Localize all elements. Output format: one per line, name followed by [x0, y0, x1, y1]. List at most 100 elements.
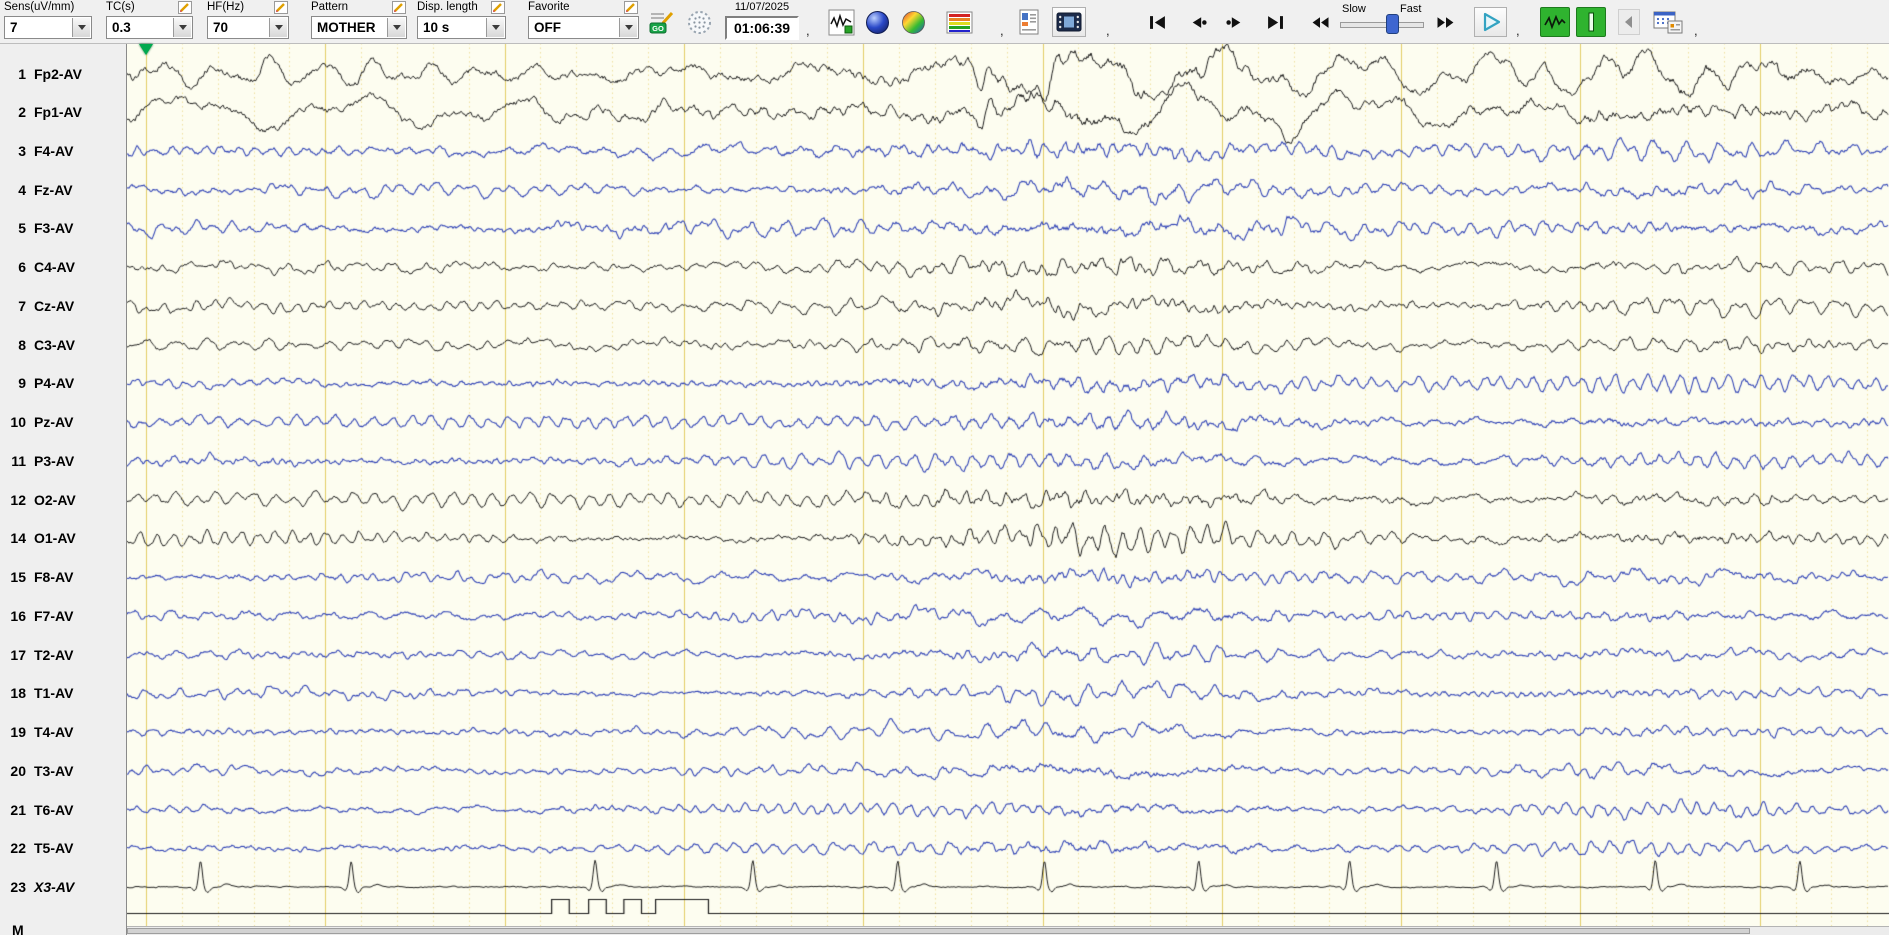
chevron-down-icon[interactable]	[619, 18, 637, 37]
eeg-trace-area[interactable]	[127, 43, 1889, 935]
channel-row[interactable]: 19 T4-AV	[0, 723, 126, 741]
channel-label: X3-AV	[34, 878, 75, 895]
pattern-combobox[interactable]: MOTHER	[311, 16, 407, 39]
channel-row[interactable]: 2 Fp1-AV	[0, 103, 126, 121]
sensitivity-value: 7	[10, 20, 18, 35]
channel-row[interactable]: 18 T1-AV	[0, 684, 126, 702]
channel-label: P4-AV	[34, 375, 75, 392]
chevron-down-icon[interactable]	[387, 18, 405, 37]
channel-row[interactable]: 17 T2-AV	[0, 646, 126, 664]
head-model-button[interactable]	[862, 7, 892, 37]
horizontal-scrollbar[interactable]	[127, 926, 1889, 935]
channel-row[interactable]: 14 O1-AV	[0, 529, 126, 547]
channel-row[interactable]: 20 T3-AV	[0, 762, 126, 780]
channel-number: 2	[18, 104, 26, 121]
rewind-button[interactable]	[1305, 7, 1335, 37]
dotted-sphere-icon	[687, 10, 711, 34]
display-length-combobox[interactable]: 10 s	[417, 16, 506, 39]
event-edit-button[interactable]: GO	[646, 7, 676, 37]
step-forward-button[interactable]	[1220, 7, 1250, 37]
sensitivity-label: Sens(uV/mm)	[4, 1, 75, 13]
edit-pencil-icon[interactable]	[392, 1, 406, 14]
channel-row[interactable]: 5 F3-AV	[0, 219, 126, 237]
go-last-button[interactable]	[1260, 7, 1290, 37]
live-wave-button[interactable]	[1540, 7, 1570, 37]
channel-number: 23	[10, 878, 26, 895]
favorite-combobox[interactable]: OFF	[528, 16, 639, 39]
channel-row[interactable]: 21 T6-AV	[0, 801, 126, 819]
channel-row[interactable]: 6 C4-AV	[0, 258, 126, 276]
channel-number: 15	[10, 569, 26, 586]
step-back-button[interactable]	[1183, 7, 1213, 37]
channel-row[interactable]: 9 P4-AV	[0, 374, 126, 392]
speed-slider-thumb[interactable]	[1386, 14, 1399, 34]
fast-forward-button[interactable]	[1431, 7, 1461, 37]
play-button[interactable]	[1474, 7, 1507, 37]
channel-label: T1-AV	[34, 685, 74, 702]
channel-row[interactable]: 12 O2-AV	[0, 491, 126, 509]
channel-row[interactable]: 10 Pz-AV	[0, 413, 126, 431]
more-options-indicator[interactable]: ,	[1694, 23, 1698, 38]
edit-pencil-icon[interactable]	[491, 1, 505, 14]
channel-label: Fp1-AV	[34, 104, 82, 121]
pattern-field: Pattern MOTHER	[311, 1, 407, 42]
channel-label: T5-AV	[34, 840, 74, 857]
live-marker-button[interactable]	[1576, 7, 1606, 37]
channel-label: Fp2-AV	[34, 65, 82, 82]
electrode-map-button[interactable]	[684, 7, 714, 37]
more-options-indicator[interactable]: ,	[1516, 23, 1520, 38]
wave-review-button[interactable]	[826, 7, 856, 37]
edit-pencil-icon[interactable]	[274, 1, 288, 14]
more-options-indicator[interactable]: ,	[1000, 23, 1004, 38]
time-constant-combobox[interactable]: 0.3	[106, 16, 193, 39]
channel-row[interactable]: 1 Fp2-AV	[0, 65, 126, 83]
chevron-down-icon[interactable]	[72, 18, 90, 37]
channel-row[interactable]: 7 Cz-AV	[0, 297, 126, 315]
channel-number: 20	[10, 762, 26, 779]
channel-row[interactable]: 16 F7-AV	[0, 607, 126, 625]
channel-number: 3	[18, 142, 26, 159]
channel-row[interactable]: 23 X3-AV	[0, 878, 126, 896]
more-options-indicator[interactable]: ,	[806, 23, 810, 38]
high-filter-combobox[interactable]: 70	[207, 16, 289, 39]
spectral-array-button[interactable]	[944, 7, 974, 37]
eeg-review-window: Sens(uV/mm) 7 TC(s) 0.3 HF(Hz) 70 Patter…	[0, 0, 1889, 935]
go-first-button[interactable]	[1143, 7, 1173, 37]
more-options-indicator[interactable]: ,	[1106, 23, 1110, 38]
channel-row[interactable]: 8 C3-AV	[0, 336, 126, 354]
channel-label: Pz-AV	[34, 414, 74, 431]
report-button[interactable]	[1014, 7, 1044, 37]
channel-row[interactable]: 3 F4-AV	[0, 142, 126, 160]
slider-slow-label: Slow	[1342, 3, 1366, 15]
edit-pencil-icon[interactable]	[178, 1, 192, 14]
channel-number: 5	[18, 220, 26, 237]
high-filter-field: HF(Hz) 70	[207, 1, 289, 42]
page-start-marker[interactable]	[139, 44, 153, 55]
sensitivity-combobox[interactable]: 7	[4, 16, 92, 39]
channel-number: 12	[10, 491, 26, 508]
channel-number: 8	[18, 336, 26, 353]
channel-list: 1 Fp2-AV 2 Fp1-AV 3 F4-AV 4 Fz-AV 5 F3-AV 6 C4-AV 7 C…	[0, 43, 127, 935]
trace-panel	[127, 43, 1889, 935]
topography-button[interactable]	[898, 7, 928, 37]
history-back-button[interactable]	[1618, 9, 1640, 35]
scrollbar-thumb[interactable]	[127, 928, 1751, 934]
chevron-down-icon[interactable]	[269, 18, 287, 37]
channel-label: P3-AV	[34, 452, 75, 469]
chevron-down-icon[interactable]	[173, 18, 191, 37]
channel-row[interactable]: 15 F8-AV	[0, 568, 126, 586]
channel-row[interactable]: 11 P3-AV	[0, 452, 126, 470]
edit-pencil-icon[interactable]	[624, 1, 638, 14]
chevron-down-icon[interactable]	[486, 18, 504, 37]
channel-row[interactable]: 4 Fz-AV	[0, 181, 126, 199]
high-filter-value: 70	[213, 20, 229, 35]
speed-slider-track[interactable]	[1340, 22, 1424, 28]
time-constant-value: 0.3	[112, 20, 131, 35]
time-text: 01:06:39	[725, 16, 799, 40]
fast-forward-icon	[1437, 16, 1454, 28]
channel-row[interactable]: 22 T5-AV	[0, 839, 126, 857]
video-button[interactable]	[1052, 7, 1086, 37]
montage-settings-button[interactable]	[1650, 7, 1686, 37]
channel-label: T6-AV	[34, 801, 74, 818]
spectral-array-icon	[946, 11, 972, 33]
